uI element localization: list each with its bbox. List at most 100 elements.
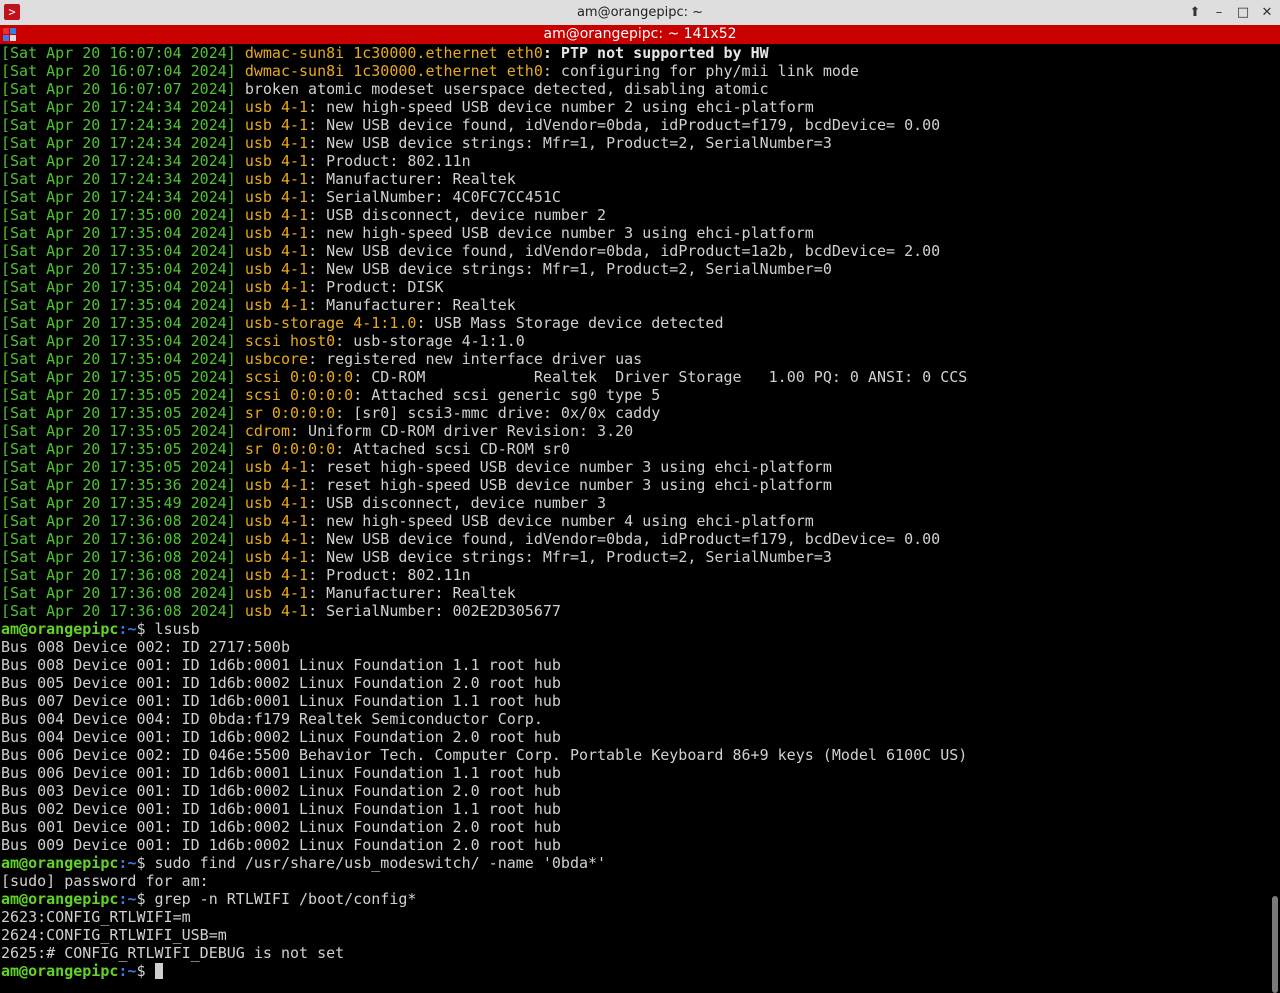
log-timestamp: [Sat Apr 20 17:35:05 2024] <box>1 368 236 386</box>
dmesg-line: [Sat Apr 20 17:24:34 2024] usb 4-1: Manu… <box>1 170 1269 188</box>
log-device: scsi 0:0:0:0 <box>244 368 354 386</box>
terminal-output[interactable]: [Sat Apr 20 16:07:04 2024] dwmac-sun8i 1… <box>1 44 1269 993</box>
log-message: : CD-ROM Realtek Driver Storage 1.00 PQ:… <box>353 368 968 386</box>
prompt-line: am@orangepipc:~$ <box>1 962 1269 980</box>
log-timestamp: [Sat Apr 20 17:35:49 2024] <box>1 494 236 512</box>
prompt-path: :~ <box>118 890 137 908</box>
scrollbar[interactable] <box>1270 44 1280 993</box>
tab-bar[interactable]: am@orangepipc: ~ 141x52 <box>0 25 1280 44</box>
log-device: dwmac-sun8i 1c30000.ethernet eth0 <box>244 44 543 62</box>
log-message: : Manufacturer: Realtek <box>308 584 516 602</box>
log-timestamp: [Sat Apr 20 17:35:04 2024] <box>1 350 236 368</box>
log-device: sr 0:0:0:0 <box>244 404 336 422</box>
log-timestamp: [Sat Apr 20 17:36:08 2024] <box>1 530 236 548</box>
log-message: : New USB device strings: Mfr=1, Product… <box>308 134 832 152</box>
prompt-user-host: am@orangepipc <box>1 890 119 908</box>
prompt-symbol: $ <box>136 854 155 872</box>
dmesg-line: [Sat Apr 20 17:35:00 2024] usb 4-1: USB … <box>1 206 1269 224</box>
window-titlebar[interactable]: > am@orangepipc: ~ ⬆ – □ ✕ <box>0 0 1280 26</box>
tab-title: am@orangepipc: ~ 141x52 <box>543 26 737 42</box>
log-timestamp: [Sat Apr 20 17:24:34 2024] <box>1 152 236 170</box>
dmesg-line: [Sat Apr 20 17:35:05 2024] usb 4-1: rese… <box>1 458 1269 476</box>
log-timestamp: [Sat Apr 20 17:35:36 2024] <box>1 476 236 494</box>
command-output-line: 2624:CONFIG_RTLWIFI_USB=m <box>1 926 227 944</box>
log-timestamp: [Sat Apr 20 17:35:04 2024] <box>1 260 236 278</box>
log-message: : New USB device found, idVendor=0bda, i… <box>308 242 941 260</box>
log-message: : USB disconnect, device number 3 <box>308 494 607 512</box>
log-message: : SerialNumber: 4C0FC7CC451C <box>308 188 561 206</box>
log-timestamp: [Sat Apr 20 16:07:04 2024] <box>1 44 236 62</box>
dmesg-line: [Sat Apr 20 17:36:08 2024] usb 4-1: new … <box>1 512 1269 530</box>
command-output-line: 2623:CONFIG_RTLWIFI=m <box>1 908 191 926</box>
log-message: : new high-speed USB device number 4 usi… <box>308 512 814 530</box>
log-device: usb 4-1 <box>244 170 309 188</box>
scrollbar-thumb[interactable] <box>1272 896 1278 993</box>
log-timestamp: [Sat Apr 20 16:07:04 2024] <box>1 62 236 80</box>
command-output-line: Bus 004 Device 004: ID 0bda:f179 Realtek… <box>1 710 543 728</box>
dmesg-line: [Sat Apr 20 17:35:05 2024] cdrom: Unifor… <box>1 422 1269 440</box>
prompt-line: am@orangepipc:~$ grep -n RTLWIFI /boot/c… <box>1 890 1269 908</box>
log-message: : Attached scsi generic sg0 type 5 <box>353 386 661 404</box>
log-message: : Uniform CD-ROM driver Revision: 3.20 <box>290 422 634 440</box>
log-device: usb 4-1 <box>244 98 309 116</box>
dmesg-line: [Sat Apr 20 17:24:34 2024] usb 4-1: new … <box>1 98 1269 116</box>
log-timestamp: [Sat Apr 20 17:24:34 2024] <box>1 134 236 152</box>
dmesg-line: [Sat Apr 20 17:35:36 2024] usb 4-1: rese… <box>1 476 1269 494</box>
log-timestamp: [Sat Apr 20 17:35:05 2024] <box>1 458 236 476</box>
log-device: usb 4-1 <box>244 602 309 620</box>
log-device: usb-storage 4-1:1.0 <box>244 314 417 332</box>
command-output-line: Bus 009 Device 001: ID 1d6b:0002 Linux F… <box>1 836 561 854</box>
dmesg-line: [Sat Apr 20 17:24:34 2024] usb 4-1: Prod… <box>1 152 1269 170</box>
log-device: sr 0:0:0:0 <box>244 440 336 458</box>
command-output-line: Bus 008 Device 001: ID 1d6b:0001 Linux F… <box>1 656 561 674</box>
log-device: usb 4-1 <box>244 296 309 314</box>
log-message: : reset high-speed USB device number 3 u… <box>308 476 832 494</box>
log-timestamp: [Sat Apr 20 17:36:08 2024] <box>1 584 236 602</box>
log-timestamp: [Sat Apr 20 17:24:34 2024] <box>1 98 236 116</box>
log-message: : New USB device strings: Mfr=1, Product… <box>308 548 832 566</box>
dmesg-line: [Sat Apr 20 17:35:49 2024] usb 4-1: USB … <box>1 494 1269 512</box>
dmesg-line: [Sat Apr 20 16:07:04 2024] dwmac-sun8i 1… <box>1 44 1269 62</box>
command-output-line: 2625:# CONFIG_RTLWIFI_DEBUG is not set <box>1 944 345 962</box>
dmesg-line: [Sat Apr 20 17:36:08 2024] usb 4-1: Seri… <box>1 602 1269 620</box>
prompt-line: am@orangepipc:~$ lsusb <box>1 620 1269 638</box>
log-device: usb 4-1 <box>244 458 309 476</box>
log-message: : new high-speed USB device number 3 usi… <box>308 224 814 242</box>
dmesg-line: [Sat Apr 20 17:36:08 2024] usb 4-1: Manu… <box>1 584 1269 602</box>
prompt-symbol: $ <box>136 620 155 638</box>
command-output-line: Bus 004 Device 001: ID 1d6b:0002 Linux F… <box>1 728 561 746</box>
log-timestamp: [Sat Apr 20 17:35:05 2024] <box>1 386 236 404</box>
log-device: scsi 0:0:0:0 <box>244 386 354 404</box>
keep-above-icon[interactable]: ⬆ <box>1186 4 1204 22</box>
prompt-symbol: $ <box>136 962 155 980</box>
log-message: : Attached scsi CD-ROM sr0 <box>335 440 570 458</box>
command-output-line: Bus 002 Device 001: ID 1d6b:0001 Linux F… <box>1 800 561 818</box>
log-device: usb 4-1 <box>244 584 309 602</box>
maximize-button[interactable]: □ <box>1234 4 1252 22</box>
dmesg-line: [Sat Apr 20 17:35:04 2024] usb-storage 4… <box>1 314 1269 332</box>
log-message: : registered new interface driver uas <box>308 350 643 368</box>
log-message: : usb-storage 4-1:1.0 <box>335 332 525 350</box>
dmesg-line: [Sat Apr 20 17:24:34 2024] usb 4-1: New … <box>1 134 1269 152</box>
dmesg-line: [Sat Apr 20 17:35:05 2024] scsi 0:0:0:0:… <box>1 386 1269 404</box>
text-cursor[interactable] <box>154 963 163 979</box>
log-device: usb 4-1 <box>244 188 309 206</box>
prompt-user-host: am@orangepipc <box>1 962 119 980</box>
command-output-line: Bus 005 Device 001: ID 1d6b:0002 Linux F… <box>1 674 561 692</box>
log-message: : Product: DISK <box>308 278 444 296</box>
prompt-user-host: am@orangepipc <box>1 620 119 638</box>
close-button[interactable]: ✕ <box>1258 4 1276 22</box>
log-message: : New USB device found, idVendor=0bda, i… <box>308 530 941 548</box>
log-timestamp: [Sat Apr 20 17:36:08 2024] <box>1 512 236 530</box>
prompt-line: am@orangepipc:~$ sudo find /usr/share/us… <box>1 854 1269 872</box>
log-timestamp: [Sat Apr 20 17:24:34 2024] <box>1 188 236 206</box>
minimize-button[interactable]: – <box>1210 4 1228 22</box>
log-message: : configuring for phy/mii link mode <box>542 62 859 80</box>
dmesg-line: [Sat Apr 20 17:35:05 2024] sr 0:0:0:0: [… <box>1 404 1269 422</box>
command-text: grep -n RTLWIFI /boot/config* <box>154 890 417 908</box>
dmesg-line: [Sat Apr 20 17:35:04 2024] usb 4-1: New … <box>1 242 1269 260</box>
dmesg-line: [Sat Apr 20 17:24:34 2024] usb 4-1: New … <box>1 116 1269 134</box>
log-device: usb 4-1 <box>244 548 309 566</box>
log-device: usb 4-1 <box>244 206 309 224</box>
log-message: : Product: 802.11n <box>308 566 471 584</box>
